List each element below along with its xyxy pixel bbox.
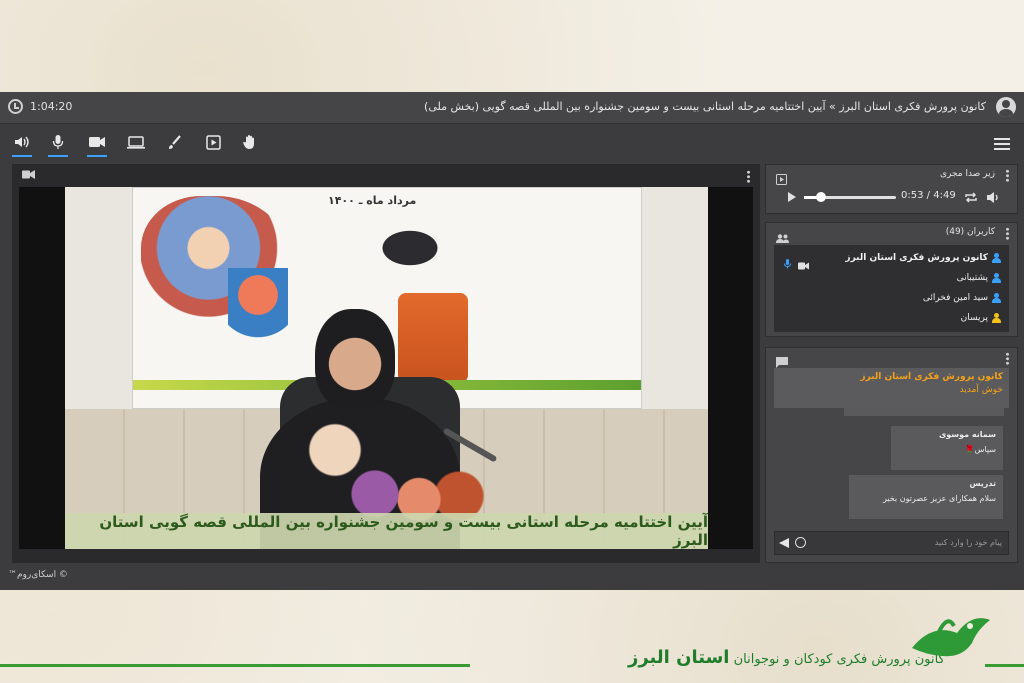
user-row[interactable]: سید امین فخرائی [923, 289, 1001, 307]
video-panel: مرداد ماه ـ ۱۴۰۰ آیین اختتامیه مرحله است… [12, 164, 760, 563]
chat-options-icon[interactable] [1006, 352, 1009, 365]
welcome-sender: کانون پرورش فکری استان البرز [860, 372, 1003, 382]
user-person-icon [992, 313, 1001, 323]
user-account-icon[interactable] [996, 97, 1016, 117]
screen-share-icon[interactable] [122, 129, 150, 155]
chat-panel: کانون پرورش فکری استان البرز خوش آمدید س… [765, 347, 1018, 563]
microphone-icon[interactable] [44, 129, 72, 157]
speaker-icon[interactable] [8, 129, 36, 157]
user-name: کانون پرورش فکری استان البرز [845, 253, 988, 263]
welcome-message: خوش آمدید [959, 385, 1003, 395]
banner-date: مرداد ماه ـ ۱۴۰۰ [328, 194, 417, 207]
time-separator: / [926, 190, 931, 201]
scrolled-message-edge [844, 408, 1004, 416]
play-icon[interactable] [788, 192, 796, 202]
robot-cartoon [398, 293, 468, 383]
duration: 4:49 [933, 190, 956, 201]
user-camera-icon [798, 255, 809, 274]
user-name: پریسان [960, 313, 988, 323]
user-row[interactable]: پریسان [961, 309, 1001, 327]
chat-input[interactable]: پیام خود را وارد کنید [774, 531, 1009, 555]
video-camera-icon [22, 170, 35, 182]
brand-line-2: استان البرز [628, 647, 730, 668]
message-text: سپاس🌹 [964, 445, 996, 454]
video-stream[interactable]: مرداد ماه ـ ۱۴۰۰ آیین اختتامیه مرحله است… [19, 187, 753, 549]
kanoon-logo-icon [912, 618, 990, 657]
emoji-icon[interactable] [795, 537, 806, 548]
copyright: © اسکای‌روم™ [8, 570, 68, 580]
video-options-icon[interactable] [747, 170, 750, 183]
elapsed-time: 1:04:20 [30, 100, 73, 113]
raise-hand-icon[interactable] [236, 129, 264, 155]
seek-slider[interactable] [804, 192, 896, 202]
skyroom-window: 1:04:20 کانون پرورش فکری استان البرز » آ… [0, 92, 1024, 590]
seek-knob[interactable] [815, 192, 826, 202]
repeat-icon[interactable] [964, 189, 978, 208]
girl-cartoon [228, 268, 288, 358]
message-text: سلام همکارای عزیز عصرتون بخیر [882, 494, 996, 503]
camera-icon[interactable] [83, 129, 111, 157]
users-title: کاربران (49) [945, 227, 995, 237]
clock-icon [8, 99, 23, 114]
users-list: کانون پرورش فکری استان البرز پشتیبانی سی… [774, 245, 1009, 332]
chat-placeholder: پیام خود را وارد کنید [934, 538, 1002, 547]
title-bar: 1:04:20 کانون پرورش فکری استان البرز » آ… [0, 92, 1024, 124]
speaker-head [315, 309, 395, 409]
user-row[interactable]: کانون پرورش فکری استان البرز [845, 249, 1001, 267]
user-name: سید امین فخرائی [922, 293, 988, 303]
whiteboard-brush-icon[interactable] [160, 129, 188, 155]
media-play-icon[interactable] [199, 129, 227, 155]
brand-text: کانون پرورش فکری کودکان و نوجوانان استان… [628, 647, 945, 668]
media-player-icon [776, 170, 787, 189]
users-panel: کاربران (49) کانون پرورش فکری استان البر… [765, 222, 1018, 337]
toolbar [0, 125, 1024, 161]
front-cartoons [295, 417, 495, 527]
user-person-icon [992, 293, 1001, 303]
brand-line-left [0, 664, 470, 667]
video-frame-image: مرداد ماه ـ ۱۴۰۰ آیین اختتامیه مرحله است… [65, 187, 708, 549]
brand-line-right [985, 664, 1024, 667]
chat-message: سمانه موسوی سپاس🌹 [891, 426, 1003, 470]
user-person-icon [992, 253, 1001, 263]
users-options-icon[interactable] [1006, 227, 1009, 240]
user-name: پشتیبانی [956, 273, 988, 283]
media-time: 0:53 / 4:49 [901, 190, 956, 201]
user-mic-icon [784, 254, 791, 273]
volume-icon[interactable] [986, 189, 1000, 208]
room-title: کانون پرورش فکری استان البرز » آیین اختت… [424, 100, 986, 113]
chat-welcome: کانون پرورش فکری استان البرز خوش آمدید [774, 368, 1009, 408]
media-player-panel: زیر صدا مجری 0:53 / 4:49 [765, 164, 1018, 214]
current-time: 0:53 [901, 190, 924, 201]
user-person-icon [992, 273, 1001, 283]
media-options-icon[interactable] [1006, 169, 1009, 182]
chat-message: تدریس سلام همکارای عزیز عصرتون بخیر [849, 475, 1003, 519]
hamburger-menu-icon[interactable] [994, 138, 1010, 150]
send-icon[interactable] [779, 538, 789, 548]
message-sender: سمانه موسوی [938, 430, 996, 439]
media-title: زیر صدا مجری [939, 169, 995, 179]
message-sender: تدریس [969, 479, 996, 488]
video-caption: آیین اختتامیه مرحله استانی بیست و سومین … [65, 513, 708, 549]
crow-cartoon [378, 218, 458, 278]
user-row[interactable]: پشتیبانی [957, 269, 1001, 287]
